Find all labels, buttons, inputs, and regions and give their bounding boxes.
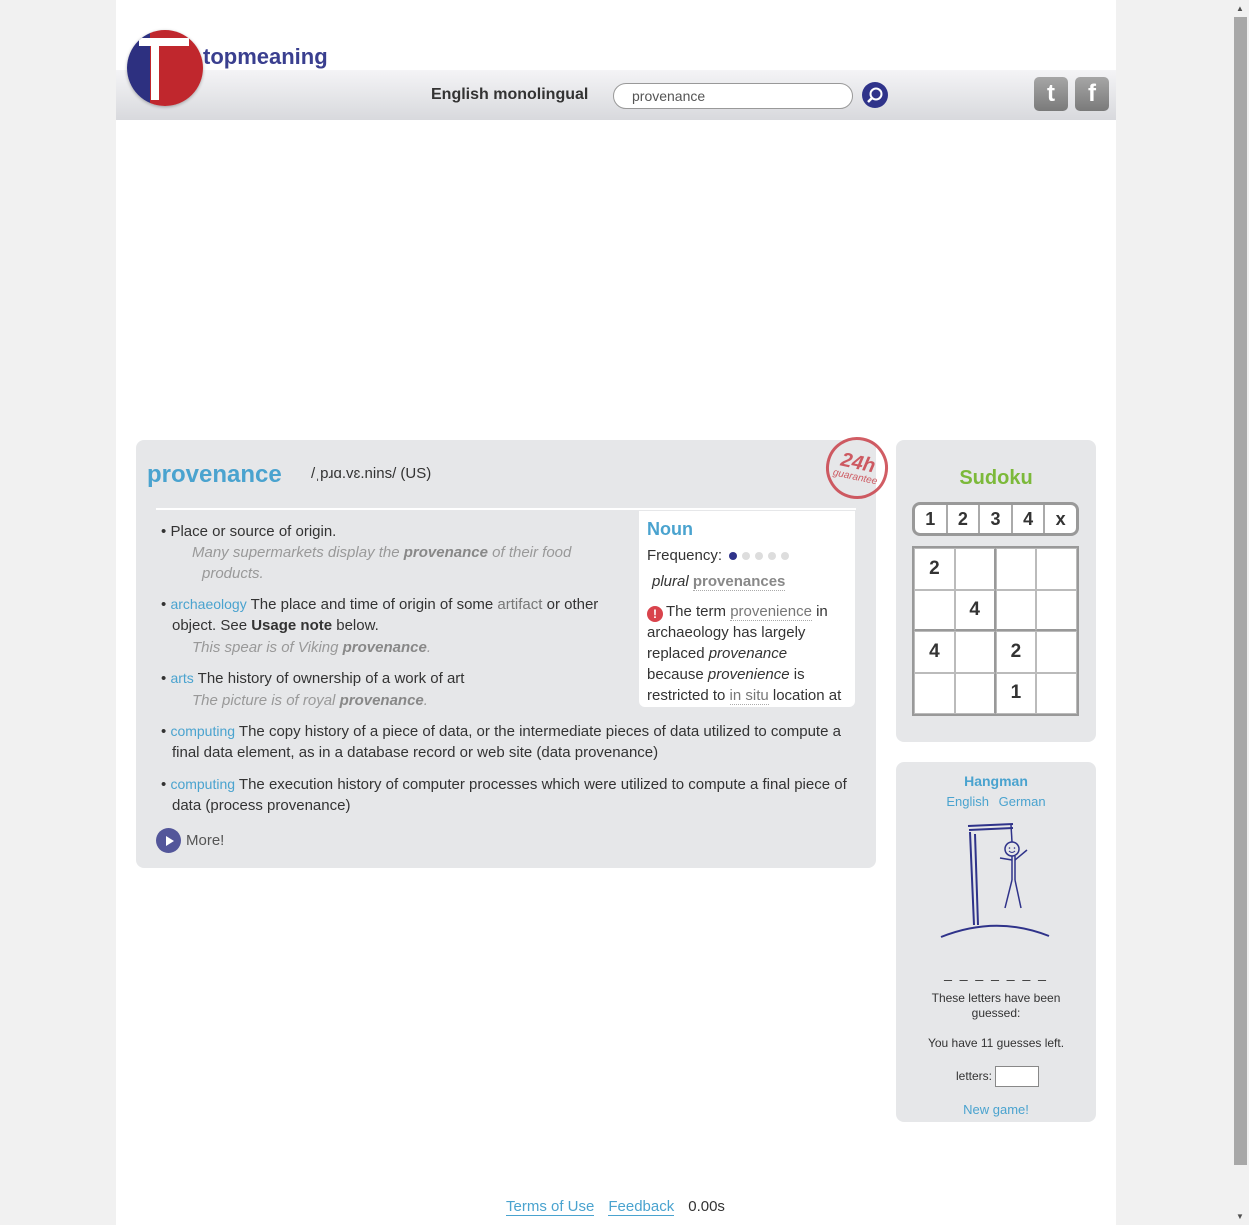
frequency-dot (742, 551, 751, 560)
usage-note: ! The term provenience in archaeology has… (647, 603, 842, 705)
frequency-dot (729, 551, 738, 560)
sudoku-clear-button[interactable]: x (1045, 505, 1076, 533)
sudoku-cell[interactable] (954, 631, 996, 673)
hangman-drawing-icon (940, 823, 1050, 938)
headword: provenance (147, 461, 282, 488)
sense-2: • archaeology The place and time of orig… (161, 596, 599, 634)
hangman-letters-input[interactable] (995, 1066, 1039, 1087)
sudoku-cell[interactable] (954, 672, 996, 714)
sudoku-cell[interactable] (914, 672, 955, 714)
sudoku-number-button[interactable]: 1 (915, 505, 948, 533)
domain-tag[interactable]: computing (170, 776, 235, 792)
brand-name[interactable]: topmeaning (203, 44, 328, 70)
hangman-lang-english[interactable]: English (946, 794, 989, 809)
scroll-down-arrow-icon[interactable]: ▼ (1236, 1212, 1244, 1221)
language-label[interactable]: English monolingual (431, 86, 588, 104)
hangman-guesses-left: You have 11 guesses left. (927, 1036, 1065, 1050)
sudoku-cell[interactable] (954, 548, 996, 590)
sudoku-number-button[interactable]: 4 (1013, 505, 1046, 533)
sense-4: • computing The copy history of a piece … (161, 723, 841, 761)
sudoku-cell[interactable] (914, 589, 955, 631)
sudoku-cell[interactable] (1036, 631, 1077, 673)
domain-tag[interactable]: archaeology (170, 596, 246, 612)
hangman-letters-label: letters: (955, 1069, 992, 1083)
more-label: More! (186, 832, 225, 849)
footer: Terms of Use Feedback 0.00s (506, 1198, 725, 1216)
sense-3: • arts The history of ownership of a wor… (161, 670, 465, 687)
hangman-word-blanks: _ _ _ _ _ _ _ (944, 965, 1048, 981)
vertical-scrollbar[interactable]: ▲ ▼ (1232, 0, 1249, 1225)
sense-5: • computing The execution history of com… (161, 776, 847, 814)
sudoku-cell[interactable] (1036, 548, 1077, 590)
artifact-link[interactable]: artifact (497, 596, 542, 613)
pronunciation: /ˌpɹɑ.vɛ.nins/ (US) (311, 465, 432, 482)
plural-word[interactable]: provenances (692, 573, 786, 591)
divider (156, 508, 856, 510)
hangman-guessed-label: These letters have been guessed: (931, 991, 1061, 1020)
sudoku-cell[interactable] (1036, 589, 1077, 631)
sudoku-cell[interactable] (1036, 672, 1077, 714)
terms-link[interactable]: Terms of Use (506, 1198, 595, 1216)
page: topmeaning English monolingual t f prove… (116, 0, 1116, 1225)
sudoku-cell[interactable]: 2 (914, 548, 955, 590)
search-button[interactable] (862, 82, 888, 108)
sudoku-cell[interactable]: 4 (954, 589, 996, 631)
sudoku-number-button[interactable]: 2 (948, 505, 981, 533)
play-icon (156, 828, 181, 853)
search-icon (867, 87, 883, 103)
more-button[interactable]: More! (156, 828, 224, 853)
scroll-up-arrow-icon[interactable]: ▲ (1236, 4, 1244, 13)
sudoku-number-picker: 1 2 3 4 x (912, 502, 1079, 536)
sudoku-grid: 2 4 4 2 1 (912, 546, 1079, 716)
sudoku-cell[interactable]: 4 (914, 631, 955, 673)
domain-tag[interactable]: arts (170, 670, 193, 686)
sense-1: • Place or source of origin. (161, 523, 337, 540)
sudoku-cell[interactable] (995, 548, 1037, 590)
in-situ-link[interactable]: in situ (729, 687, 769, 705)
provenience-link[interactable]: provenience (730, 603, 812, 621)
hangman-title[interactable]: Hangman (896, 773, 1096, 789)
topmeaning-logo[interactable] (127, 30, 203, 106)
part-of-speech: Noun (647, 519, 693, 539)
hangman-new-game-link[interactable]: New game! (896, 1102, 1096, 1117)
feedback-link[interactable]: Feedback (608, 1198, 675, 1216)
sudoku-cell[interactable] (995, 589, 1037, 631)
frequency-dots (724, 551, 790, 560)
sudoku-cell[interactable]: 1 (995, 672, 1037, 714)
grammar-info-box: Noun Frequency: plural provenances ! The … (639, 511, 855, 707)
render-time: 0.00s (688, 1198, 725, 1215)
sudoku-title: Sudoku (959, 467, 1033, 489)
facebook-icon: f (1088, 80, 1096, 107)
sense-1-example: Many supermarkets display the provenance… (192, 544, 572, 582)
frequency-dot (781, 551, 790, 560)
twitter-button[interactable]: t (1034, 77, 1068, 111)
frequency-dot (768, 551, 777, 560)
domain-tag[interactable]: computing (170, 723, 235, 739)
sudoku-number-button[interactable]: 3 (980, 505, 1013, 533)
search-input[interactable] (613, 83, 853, 109)
facebook-button[interactable]: f (1075, 77, 1109, 111)
sense-3-example: The picture is of royal provenance. (192, 692, 428, 709)
scrollbar-thumb[interactable] (1234, 17, 1247, 1165)
frequency-label: Frequency: (647, 547, 723, 564)
sudoku-cell[interactable]: 2 (995, 631, 1037, 673)
frequency-dot (755, 551, 764, 560)
hangman-languages: English German (896, 794, 1096, 809)
plural-form: plural provenances (652, 573, 786, 591)
hangman-lang-german[interactable]: German (999, 794, 1046, 809)
twitter-icon: t (1047, 80, 1055, 107)
warning-icon: ! (647, 606, 663, 622)
frequency: Frequency: (647, 547, 790, 564)
sense-2-example: This spear is of Viking provenance. (192, 639, 431, 656)
